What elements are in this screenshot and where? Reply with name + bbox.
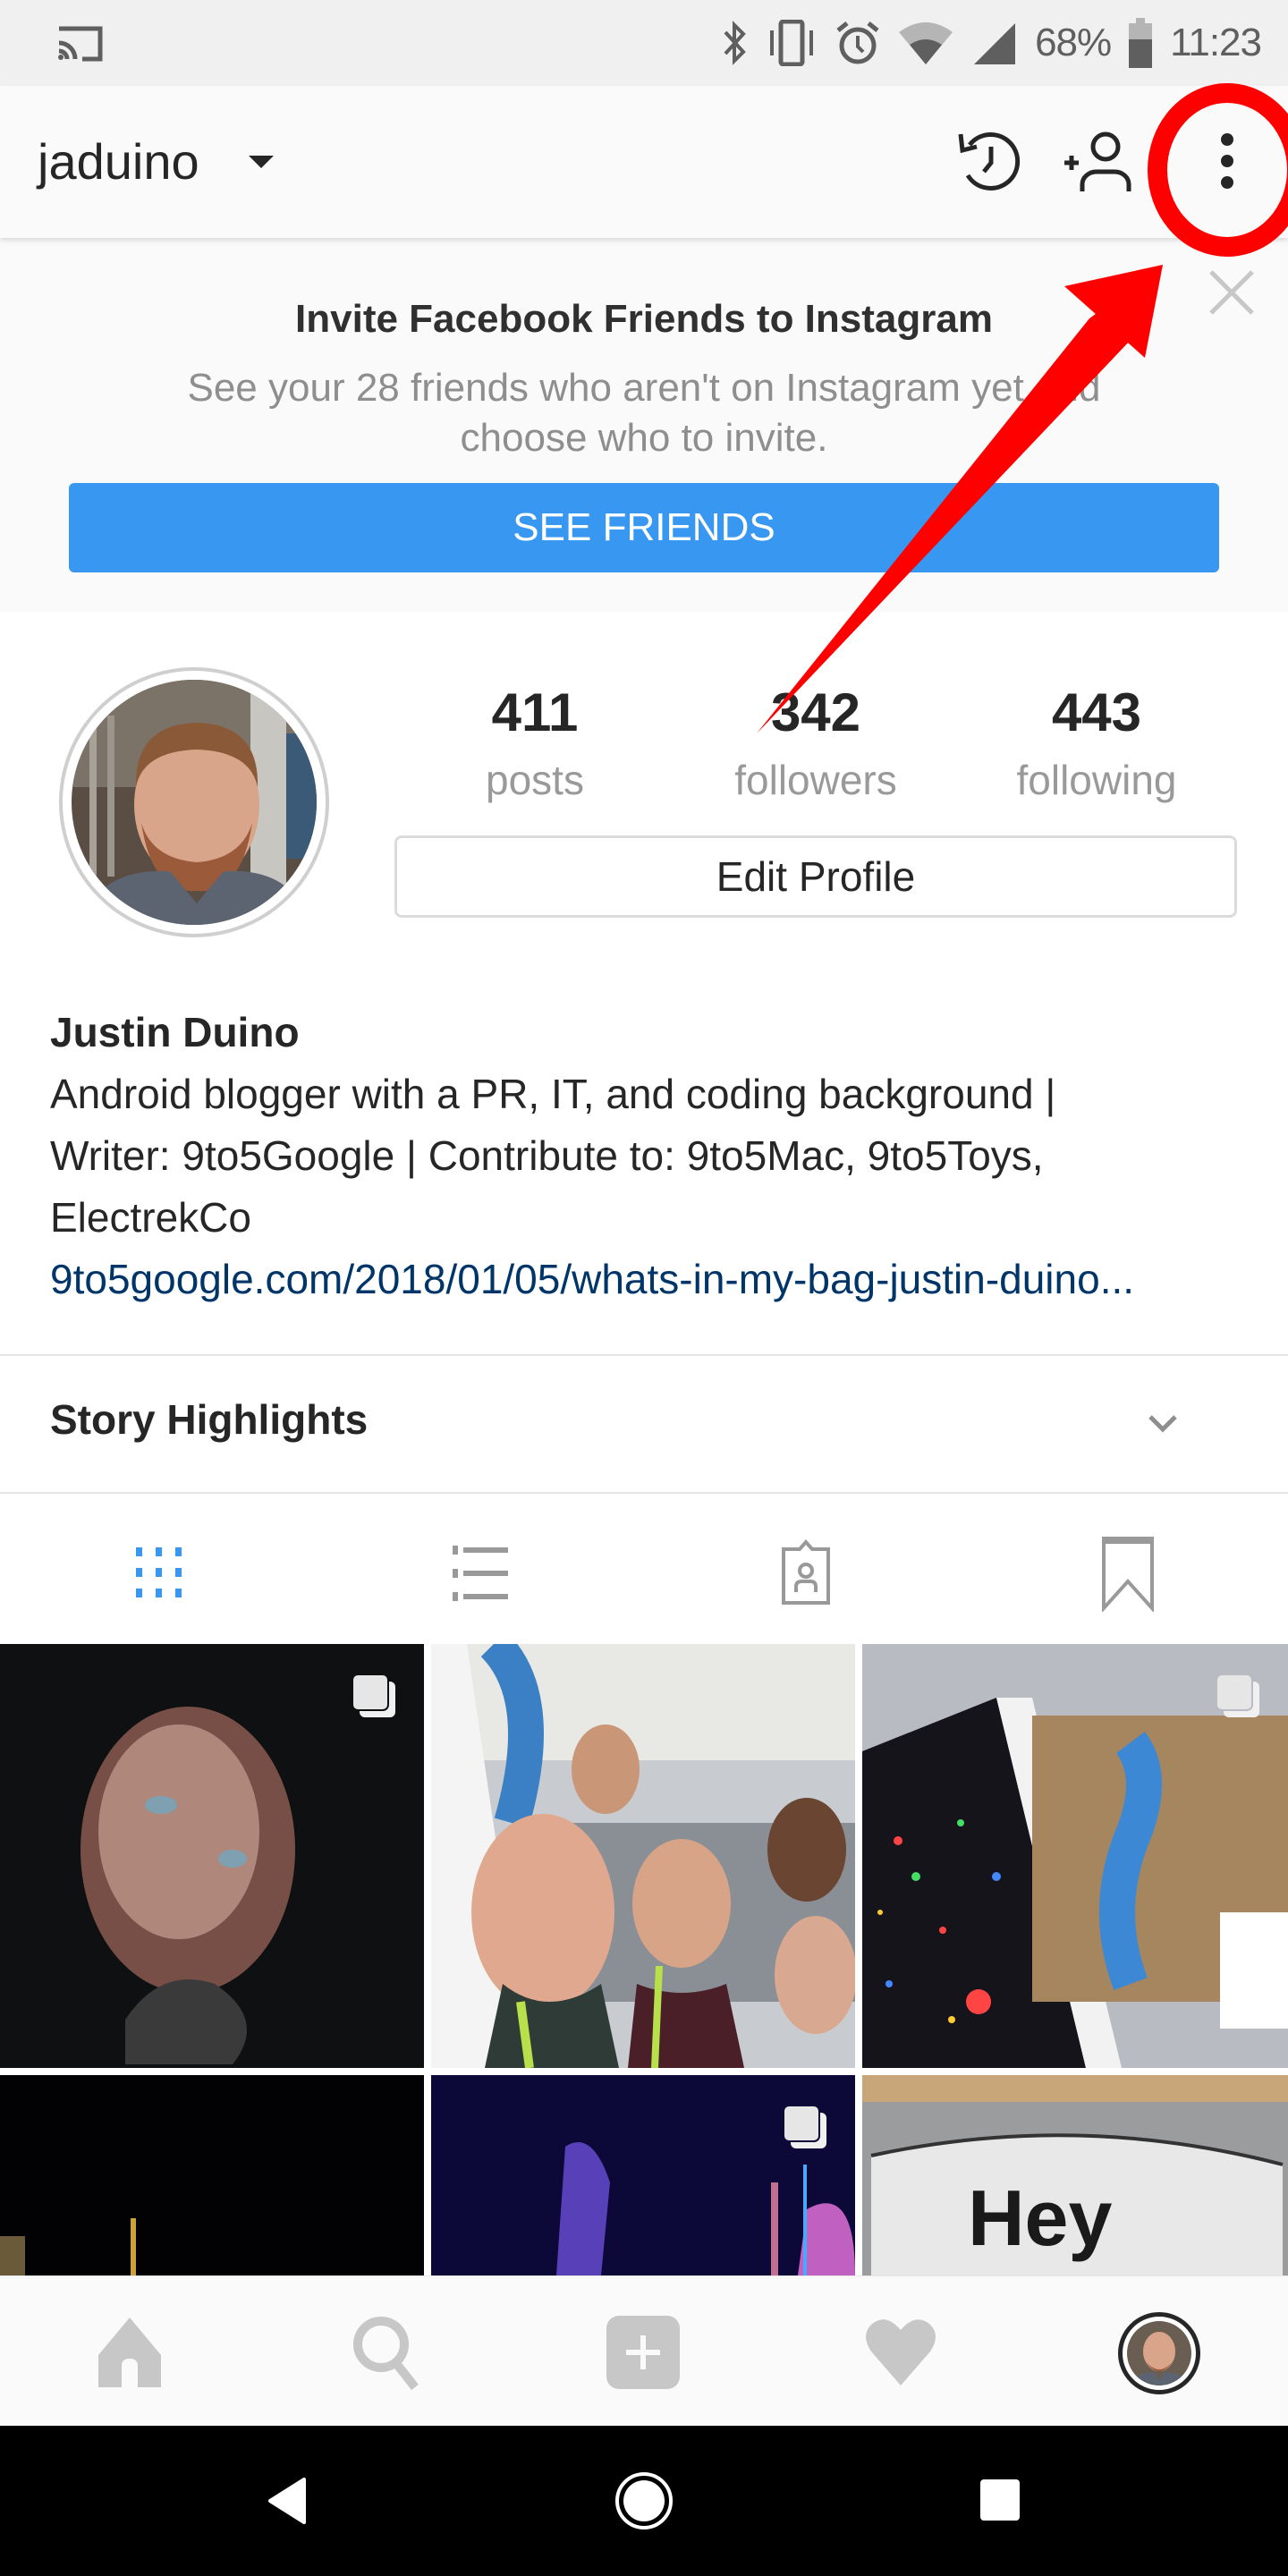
- app-header: jaduino: [0, 86, 1288, 238]
- home-icon[interactable]: [89, 2312, 170, 2393]
- activity-heart-icon[interactable]: [860, 2312, 941, 2393]
- post-thumbnail: [431, 1644, 855, 2068]
- recents-icon[interactable]: [980, 2479, 1020, 2522]
- new-post-icon[interactable]: [603, 2312, 683, 2393]
- search-icon[interactable]: [345, 2312, 426, 2393]
- multiple-photos-icon: [783, 2105, 826, 2148]
- grid-post[interactable]: [431, 2075, 855, 2275]
- followers-count: 342: [770, 682, 861, 742]
- archive-history-icon[interactable]: [952, 125, 1023, 197]
- more-options-icon[interactable]: [1191, 125, 1263, 197]
- grid-view-icon[interactable]: [120, 1531, 200, 1612]
- bluetooth-icon: [724, 21, 746, 65]
- full-name: Justin Duino: [50, 1009, 300, 1055]
- saved-bookmark-icon[interactable]: [1088, 1531, 1168, 1612]
- invite-friends-banner: Invite Facebook Friends to Instagram See…: [0, 238, 1288, 612]
- wifi-icon: [899, 22, 953, 64]
- profile-avatar[interactable]: [72, 680, 317, 925]
- close-icon[interactable]: [1208, 268, 1256, 317]
- bio-link[interactable]: 9to5google.com/2018/01/05/whats-in-my-ba…: [50, 1249, 1249, 1310]
- cast-icon: [58, 26, 103, 62]
- multiple-photos-icon: [1216, 1674, 1259, 1717]
- bio-line: Android blogger with a PR, IT, and codin…: [50, 1071, 1056, 1117]
- home-circle-icon[interactable]: [614, 2470, 674, 2531]
- multiple-photos-icon: [352, 1674, 395, 1717]
- posts-label: posts: [486, 757, 584, 803]
- post-thumbnail: Hey: [862, 2075, 1288, 2275]
- tagged-photos-icon[interactable]: [766, 1531, 846, 1612]
- back-icon[interactable]: [265, 2476, 308, 2526]
- android-navigation-bar: [0, 2426, 1288, 2576]
- see-friends-button[interactable]: SEE FRIENDS: [69, 483, 1219, 572]
- grid-post[interactable]: Hey: [862, 2075, 1288, 2275]
- bottom-navigation: [0, 2275, 1288, 2427]
- banner-description: See your 28 friends who aren't on Instag…: [187, 366, 1101, 460]
- following-label: following: [1016, 757, 1177, 803]
- posts-count: 411: [491, 682, 579, 742]
- banner-title: Invite Facebook Friends to Instagram: [295, 297, 993, 341]
- bio-line: Writer: 9to5Google | Contribute to: 9to5…: [50, 1132, 1044, 1179]
- followers-stat[interactable]: 342 followers: [682, 682, 950, 807]
- discover-people-icon[interactable]: [1063, 125, 1134, 197]
- following-stat[interactable]: 443 following: [962, 682, 1231, 807]
- profile-tab-photo: [1127, 2321, 1191, 2385]
- grid-post[interactable]: [0, 2075, 424, 2275]
- caret-down-icon[interactable]: [249, 156, 274, 168]
- bio-line: ElectrekCo: [50, 1194, 251, 1241]
- story-highlights-title[interactable]: Story Highlights: [50, 1395, 368, 1444]
- grid-post[interactable]: [431, 1644, 855, 2068]
- hey-google-sign-text: Hey: [968, 2174, 1112, 2262]
- posts-stat[interactable]: 411 posts: [401, 682, 669, 807]
- post-thumbnail: [0, 2075, 424, 2275]
- grid-post[interactable]: [0, 1644, 424, 2068]
- profile-photo: [72, 680, 317, 925]
- following-count: 443: [1051, 682, 1142, 742]
- account-switcher-username[interactable]: jaduino: [38, 132, 199, 191]
- chevron-down-icon[interactable]: [1147, 1413, 1179, 1435]
- status-bar: 68% 11:23: [0, 0, 1288, 86]
- followers-label: followers: [734, 757, 897, 803]
- vibrate-icon: [770, 20, 814, 66]
- clock: 11:23: [1170, 21, 1262, 64]
- edit-profile-button[interactable]: Edit Profile: [394, 835, 1237, 918]
- alarm-icon: [836, 21, 879, 64]
- list-view-icon[interactable]: [442, 1531, 522, 1612]
- profile-bio: Justin Duino Android blogger with a PR, …: [50, 1002, 1249, 1310]
- divider: [0, 1492, 1288, 1494]
- battery-percent: 68%: [1035, 21, 1112, 64]
- profile-tab-avatar[interactable]: [1118, 2312, 1200, 2394]
- divider: [0, 1354, 1288, 1356]
- cell-signal-icon: [974, 23, 1016, 64]
- grid-post[interactable]: [862, 1644, 1288, 2068]
- battery-icon: [1129, 18, 1153, 68]
